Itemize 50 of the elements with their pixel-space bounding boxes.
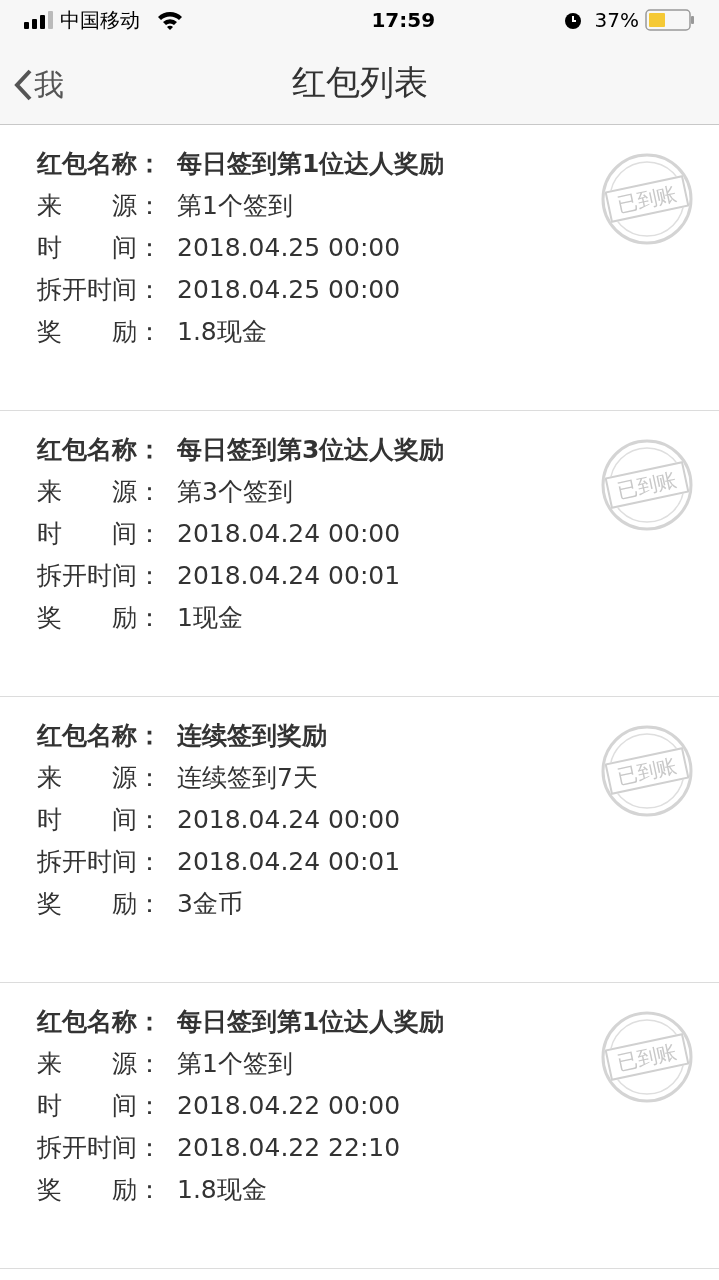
field-value: 2018.04.25 00:00 — [177, 232, 401, 265]
field-value: 1.8现金 — [177, 316, 267, 349]
field-label: 拆开时间： — [37, 274, 163, 307]
field-value: 每日签到第1位达人奖励 — [177, 148, 445, 181]
field-value: 第1个签到 — [177, 190, 293, 223]
battery-icon — [645, 9, 695, 31]
carrier-name: 中国移动 — [60, 7, 140, 34]
field-value: 每日签到第1位达人奖励 — [177, 1006, 445, 1039]
field-label: 红包名称： — [37, 720, 163, 753]
field-value: 2018.04.22 22:10 — [177, 1132, 401, 1165]
page-title: 红包列表 — [291, 60, 428, 104]
field-label: 奖 励： — [37, 316, 163, 349]
field-label: 奖 励： — [37, 602, 163, 635]
field-label: 奖 励： — [37, 888, 163, 921]
field-value: 1.8现金 — [177, 1174, 267, 1207]
field-label: 时 间： — [37, 518, 163, 551]
field-label: 拆开时间： — [37, 846, 163, 879]
field-value: 2018.04.22 00:00 — [177, 1090, 401, 1123]
field-label: 拆开时间： — [37, 1132, 163, 1165]
chevron-left-icon — [12, 67, 34, 102]
wifi-icon — [156, 10, 184, 30]
field-value: 2018.04.24 00:01 — [177, 560, 401, 593]
field-label: 奖 励： — [37, 1174, 163, 1207]
field-value: 连续签到7天 — [177, 762, 318, 795]
field-label: 来 源： — [37, 1048, 163, 1081]
field-label: 来 源： — [37, 762, 163, 795]
field-value: 2018.04.25 00:00 — [177, 274, 401, 307]
field-value: 每日签到第3位达人奖励 — [177, 434, 445, 467]
field-label: 红包名称： — [37, 434, 163, 467]
back-button[interactable]: 我 — [12, 62, 64, 107]
field-label: 红包名称： — [37, 148, 163, 181]
field-label: 红包名称： — [37, 1006, 163, 1039]
field-value: 2018.04.24 00:01 — [177, 846, 401, 879]
field-label: 来 源： — [37, 476, 163, 509]
field-value: 2018.04.24 00:00 — [177, 518, 401, 551]
field-label: 拆开时间： — [37, 560, 163, 593]
field-value: 1现金 — [177, 602, 243, 635]
alarm-icon — [562, 10, 583, 30]
clock-time: 17:59 — [370, 7, 436, 34]
field-label: 来 源： — [37, 190, 163, 223]
field-value: 第3个签到 — [177, 476, 293, 509]
battery-percent: 37% — [594, 7, 639, 34]
signal-icon — [24, 11, 54, 29]
field-value: 3金币 — [177, 888, 243, 921]
field-value: 连续签到奖励 — [177, 720, 327, 753]
field-label: 时 间： — [37, 804, 163, 837]
field-value: 2018.04.24 00:00 — [177, 804, 401, 837]
field-value: 第1个签到 — [177, 1048, 293, 1081]
field-label: 时 间： — [37, 1090, 163, 1123]
field-label: 时 间： — [37, 232, 163, 265]
